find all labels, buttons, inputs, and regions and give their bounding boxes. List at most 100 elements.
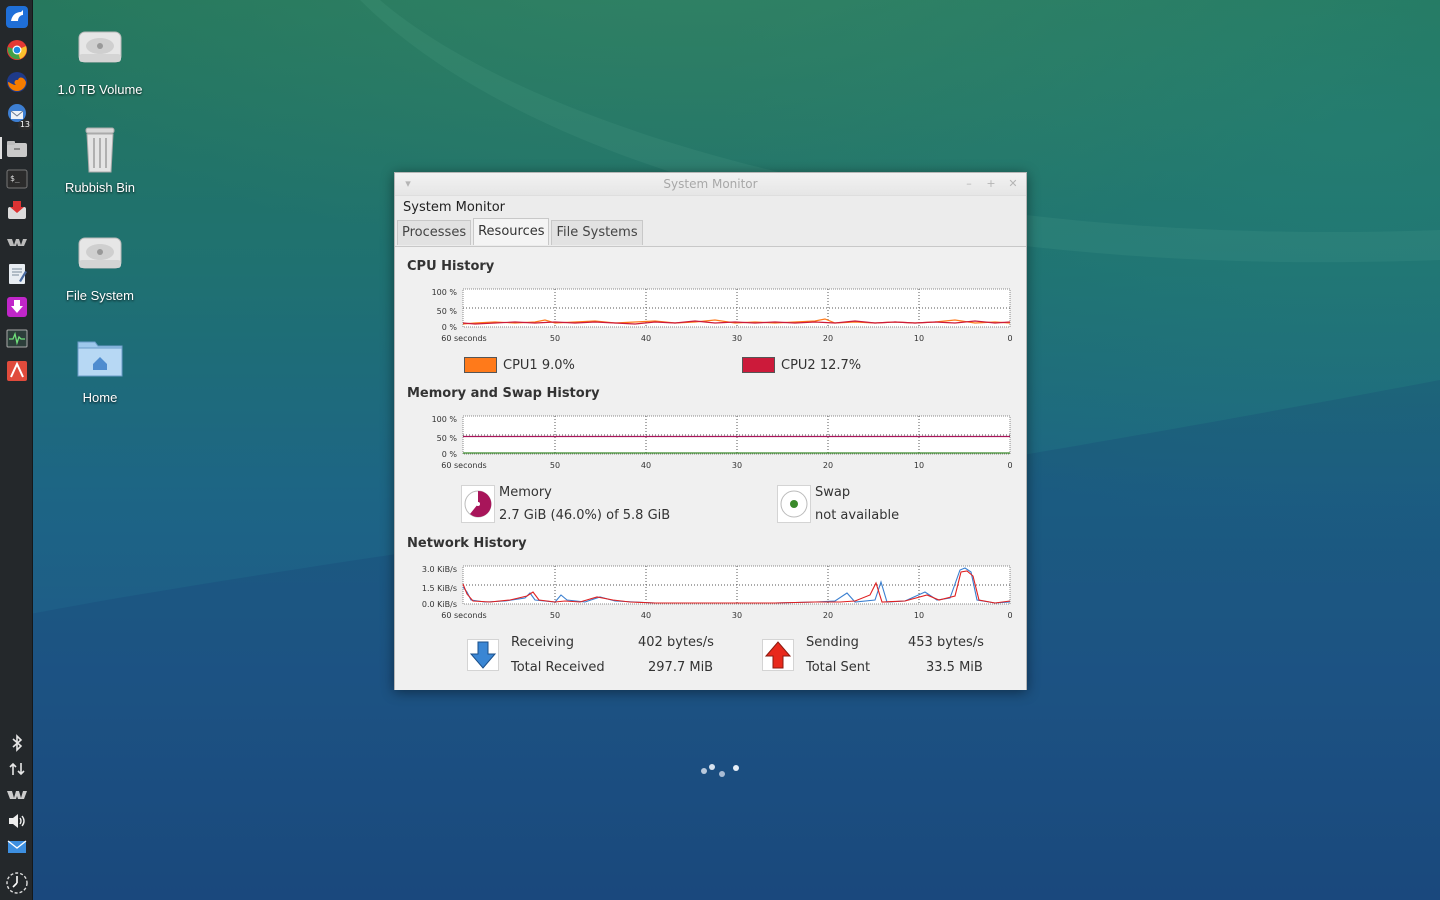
cpu-xtick: 30	[732, 334, 742, 343]
memory-label: Memory	[499, 485, 552, 500]
memory-xtick: 40	[641, 461, 651, 470]
cpu-xtick: 0	[1007, 334, 1012, 343]
cpu-history-graph: 100 % 50 % 0 % 60 seconds 50 40 30 20 10…	[432, 288, 1013, 343]
network-ytick-zero: 0.0 KiB/s	[422, 600, 457, 609]
swap-pie-icon[interactable]	[777, 485, 811, 523]
cpu2-label: CPU2	[781, 357, 816, 373]
cpu-xtick: 60 seconds	[441, 334, 486, 343]
network-xtick: 60 seconds	[441, 611, 486, 620]
swap-value: not available	[815, 508, 900, 523]
network-xtick: 40	[641, 611, 651, 620]
total-received-label: Total Received	[511, 660, 605, 675]
network-xtick: 30	[732, 611, 742, 620]
desktop-icon-label: File System	[66, 288, 134, 303]
tab-bar: Processes Resources File Systems	[397, 218, 645, 246]
cpu-history-heading: CPU History	[407, 259, 495, 274]
cpu2-color-swatch[interactable]	[742, 357, 775, 373]
maximize-icon[interactable]: +	[984, 177, 998, 191]
cpu2-value: 12.7%	[819, 357, 862, 373]
tab-file-systems[interactable]: File Systems	[551, 220, 643, 245]
hard-drive-icon	[75, 28, 125, 76]
thunderbird-icon[interactable]: 13	[4, 101, 32, 130]
minimize-icon[interactable]: –	[962, 177, 976, 191]
window-titlebar[interactable]: ▾ System Monitor – + ✕	[395, 173, 1026, 196]
sending-label: Sending	[806, 635, 859, 650]
firefox-icon[interactable]	[4, 69, 30, 95]
memory-value: 2.7 GiB (46.0%) of 5.8 GiB	[499, 508, 671, 523]
swap-label: Swap	[815, 485, 851, 500]
resources-panel: CPU History 100 % 50 % 0 % 60 seconds 50…	[395, 246, 1026, 690]
system-monitor-icon[interactable]	[4, 326, 30, 352]
network-xtick: 0	[1007, 611, 1012, 620]
indicator-icon[interactable]	[4, 229, 30, 255]
mail-icon[interactable]	[4, 834, 30, 860]
bluetooth-icon[interactable]	[4, 730, 30, 756]
sending-value: 453 bytes/s	[908, 635, 984, 650]
file-manager-icon[interactable]	[4, 136, 30, 162]
text-editor-icon[interactable]	[4, 261, 30, 287]
active-indicator	[0, 137, 2, 159]
memory-xtick: 20	[823, 461, 833, 470]
window-title: System Monitor	[663, 177, 758, 191]
app-header-title: System Monitor	[403, 200, 506, 215]
network-ytick-max: 3.0 KiB/s	[422, 565, 457, 574]
home-folder-icon	[75, 336, 125, 384]
indicator-icon[interactable]	[4, 782, 30, 808]
receiving-arrow-icon[interactable]	[467, 639, 499, 671]
desktop-icon-label: Home	[82, 390, 118, 405]
network-history-heading: Network History	[407, 536, 527, 551]
memory-xtick: 50	[550, 461, 560, 470]
desktop-icon-label: Rubbish Bin	[64, 180, 136, 195]
cpu-ytick-0: 0 %	[442, 323, 458, 332]
memory-history-graph: 100 % 50 % 0 % 60 seconds 50 40 30 20 10…	[432, 415, 1013, 470]
cpu-xtick: 50	[550, 334, 560, 343]
memory-ytick-50: 50 %	[437, 434, 458, 443]
cpu-xtick: 10	[914, 334, 924, 343]
cpu2-legend: CPU2 12.7%	[742, 357, 861, 373]
sending-arrow-icon[interactable]	[762, 639, 794, 671]
cpu-xtick: 40	[641, 334, 651, 343]
receiving-value: 402 bytes/s	[638, 635, 714, 650]
memory-history-heading: Memory and Swap History	[407, 386, 600, 401]
network-xtick: 10	[914, 611, 924, 620]
clock-icon[interactable]	[4, 870, 30, 896]
cpu1-color-swatch[interactable]	[464, 357, 497, 373]
memory-pie-icon[interactable]	[461, 485, 495, 523]
network-transfer-icon[interactable]	[4, 756, 30, 782]
cpu-ytick-100: 100 %	[432, 288, 458, 297]
memory-ytick-100: 100 %	[432, 415, 458, 424]
whisker-menu-icon[interactable]	[4, 4, 30, 30]
cpu-ytick-50: 50 %	[437, 307, 458, 316]
memory-xtick: 0	[1007, 461, 1012, 470]
desktop-icon-filesystem[interactable]: File System	[35, 234, 165, 303]
svg-text:$_: $_	[10, 174, 20, 183]
desktop-icon-label: 1.0 TB Volume	[57, 82, 143, 97]
network-history-graph: 3.0 KiB/s 1.5 KiB/s 0.0 KiB/s 60 seconds…	[422, 565, 1013, 620]
terminal-icon[interactable]: $_	[4, 166, 30, 192]
presentation-icon[interactable]	[4, 358, 30, 384]
trash-icon	[75, 126, 125, 174]
network-xtick: 50	[550, 611, 560, 620]
cpu-xtick: 20	[823, 334, 833, 343]
downloader-icon[interactable]	[4, 294, 30, 320]
desktop-icon-volume[interactable]: 1.0 TB Volume	[35, 28, 165, 97]
unread-badge: 13	[17, 120, 32, 130]
memory-ytick-0: 0 %	[442, 450, 458, 459]
memory-xtick: 30	[732, 461, 742, 470]
total-sent-label: Total Sent	[806, 660, 871, 675]
system-monitor-window: ▾ System Monitor – + ✕ System Monitor Pr…	[394, 172, 1027, 690]
cpu1-value: 9.0%	[541, 357, 575, 373]
receiving-label: Receiving	[511, 635, 575, 650]
software-center-icon[interactable]	[4, 197, 30, 223]
network-xtick: 20	[823, 611, 833, 620]
cpu1-label: CPU1	[503, 357, 538, 373]
desktop-icon-trash[interactable]: Rubbish Bin	[35, 126, 165, 195]
desktop-icon-home[interactable]: Home	[35, 336, 165, 405]
tab-resources[interactable]: Resources	[473, 218, 550, 245]
close-icon[interactable]: ✕	[1006, 177, 1020, 191]
side-panel: 13 $_	[0, 0, 33, 900]
volume-icon[interactable]	[4, 808, 30, 834]
tab-processes[interactable]: Processes	[397, 220, 472, 245]
hard-drive-icon	[75, 234, 125, 282]
chrome-icon[interactable]	[4, 37, 30, 63]
